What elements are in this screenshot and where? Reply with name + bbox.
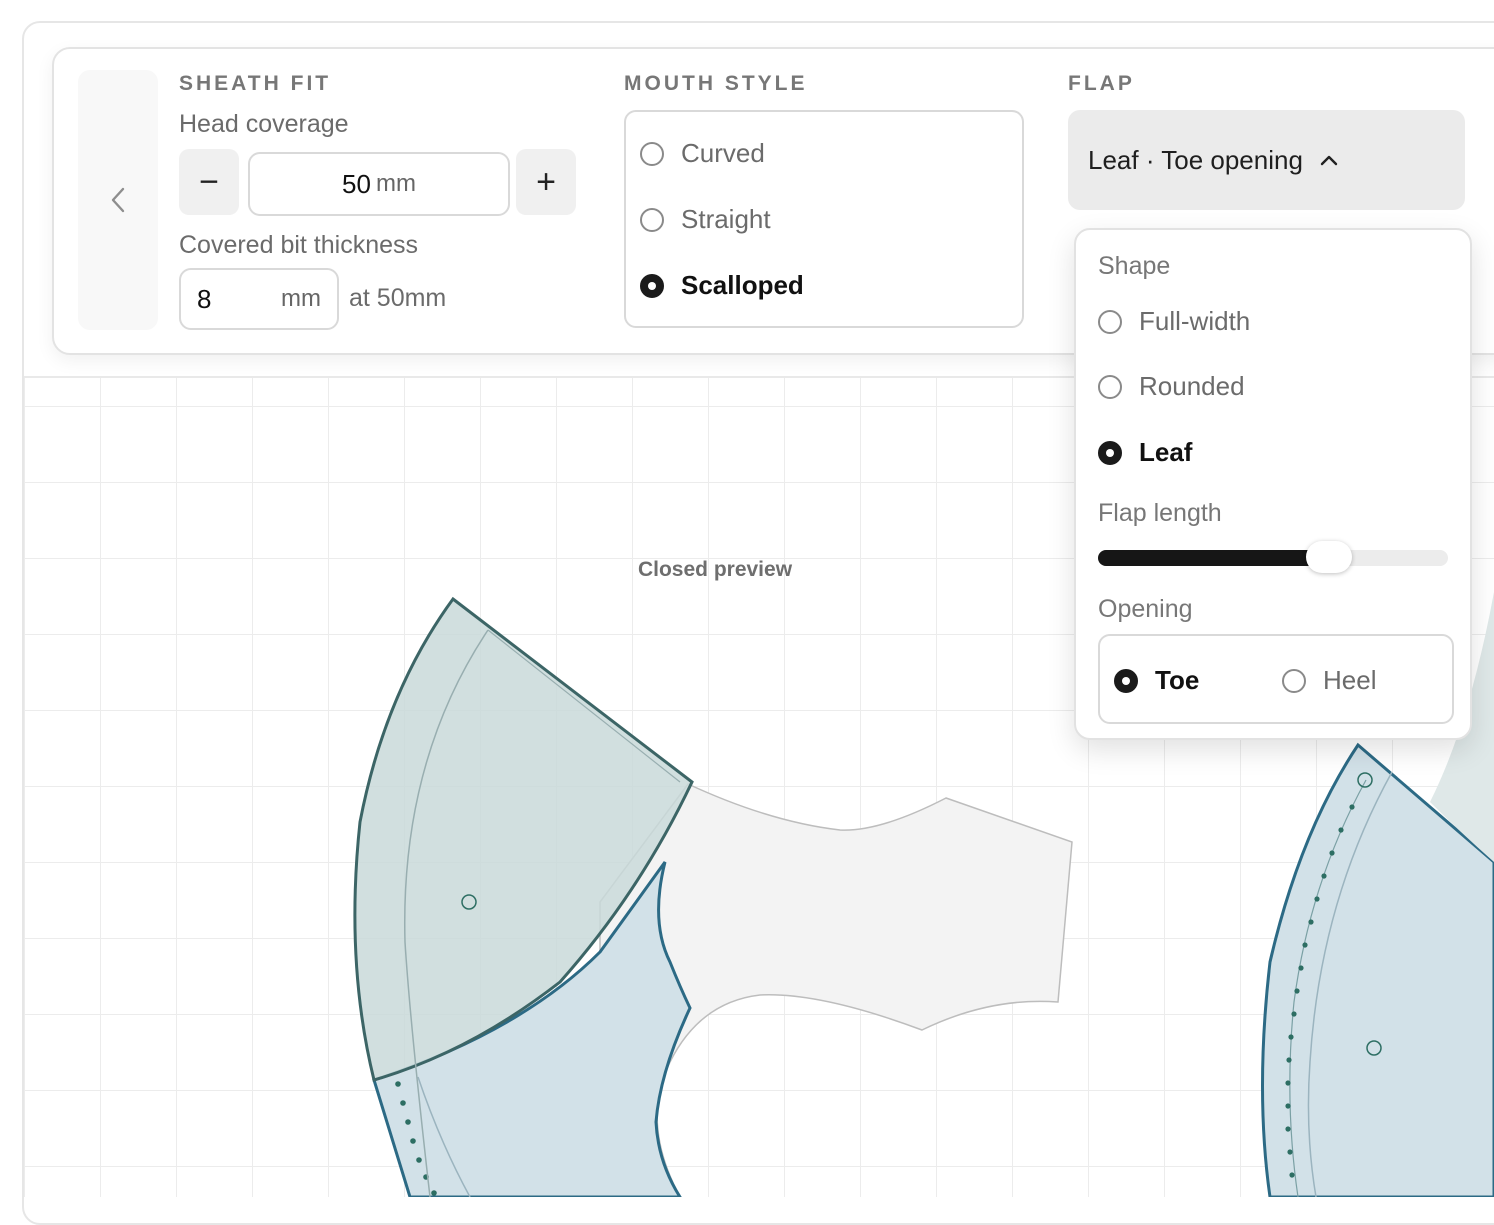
shape-option-rounded[interactable]: Rounded bbox=[1098, 371, 1245, 402]
head-coverage-input[interactable]: 50 mm bbox=[248, 152, 510, 216]
flap-title: FLAP bbox=[1068, 72, 1135, 96]
increment-button[interactable]: + bbox=[516, 149, 576, 215]
opening-option-heel[interactable]: Heel bbox=[1282, 665, 1376, 696]
flap-length-slider[interactable] bbox=[1098, 550, 1448, 566]
radio-icon bbox=[1098, 375, 1122, 399]
flap-dropdown[interactable]: Leaf · Toe opening bbox=[1068, 110, 1465, 210]
mouth-style-group: Curved Straight Scalloped bbox=[624, 110, 1024, 328]
radio-selected-icon bbox=[1114, 669, 1138, 693]
shape-option-label: Rounded bbox=[1139, 371, 1245, 402]
shape-option-label: Full-width bbox=[1139, 306, 1250, 337]
bit-thickness-label: Covered bit thickness bbox=[179, 231, 418, 260]
mouth-style-option-label: Straight bbox=[681, 204, 771, 235]
opening-option-toe[interactable]: Toe bbox=[1114, 665, 1199, 696]
shape-label: Shape bbox=[1098, 252, 1170, 281]
head-coverage-label: Head coverage bbox=[179, 110, 349, 139]
mouth-style-option-label: Curved bbox=[681, 138, 765, 169]
mouth-style-option-scalloped[interactable]: Scalloped bbox=[640, 270, 804, 301]
slider-thumb[interactable] bbox=[1306, 541, 1352, 573]
opening-option-label: Toe bbox=[1155, 665, 1199, 696]
radio-selected-icon bbox=[1098, 441, 1122, 465]
flap-length-label: Flap length bbox=[1098, 499, 1222, 528]
flap-popover: Shape Full-width Rounded Leaf Flap lengt… bbox=[1074, 228, 1472, 740]
head-coverage-value: 50 bbox=[342, 169, 371, 200]
bit-thickness-unit: mm bbox=[281, 285, 321, 313]
sheath-fit-title: SHEATH FIT bbox=[179, 72, 331, 96]
previous-button[interactable] bbox=[78, 70, 158, 330]
mouth-style-option-label: Scalloped bbox=[681, 270, 804, 301]
chevron-up-icon bbox=[1319, 153, 1339, 167]
mouth-style-option-straight[interactable]: Straight bbox=[640, 204, 771, 235]
radio-icon bbox=[640, 142, 664, 166]
mouth-style-option-curved[interactable]: Curved bbox=[640, 138, 765, 169]
shape-option-label: Leaf bbox=[1139, 437, 1192, 468]
opening-label: Opening bbox=[1098, 595, 1193, 624]
radio-icon bbox=[1098, 310, 1122, 334]
minus-icon: − bbox=[199, 163, 219, 202]
bit-thickness-value: 8 bbox=[197, 284, 211, 315]
head-coverage-unit: mm bbox=[376, 170, 416, 198]
chevron-left-icon bbox=[109, 186, 127, 214]
shape-option-full-width[interactable]: Full-width bbox=[1098, 306, 1250, 337]
bit-thickness-input[interactable]: 8 mm bbox=[179, 268, 339, 330]
opening-option-label: Heel bbox=[1323, 665, 1376, 696]
bit-thickness-suffix: at 50mm bbox=[349, 284, 446, 313]
plus-icon: + bbox=[536, 163, 556, 202]
opening-group: Toe Heel bbox=[1098, 634, 1454, 724]
radio-selected-icon bbox=[640, 274, 664, 298]
slider-fill bbox=[1098, 550, 1329, 566]
decrement-button[interactable]: − bbox=[179, 149, 239, 215]
shape-option-leaf[interactable]: Leaf bbox=[1098, 437, 1192, 468]
preview-label: Closed preview bbox=[610, 558, 820, 582]
mouth-style-title: MOUTH STYLE bbox=[624, 72, 808, 96]
radio-icon bbox=[640, 208, 664, 232]
radio-icon bbox=[1282, 669, 1306, 693]
flap-summary: Leaf · Toe opening bbox=[1088, 145, 1303, 176]
